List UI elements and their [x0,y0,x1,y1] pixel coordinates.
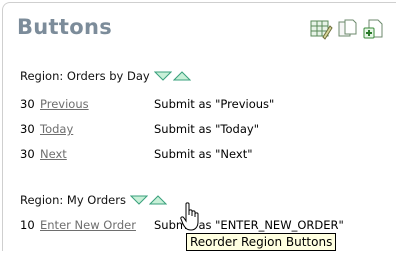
region-orders-by-day-heading: Region: Orders by Day [20,69,191,83]
button-link-next[interactable]: Next [40,147,67,161]
arrow-down-icon[interactable] [153,71,172,81]
add-page-icon[interactable] [363,18,387,40]
submit-action: Submit as "Today" [154,122,259,136]
button-link-today[interactable]: Today [40,122,73,136]
region-heading-label: Region: My Orders [20,193,126,207]
region-heading-label: Region: Orders by Day [20,69,150,83]
sequence-number: 30 [20,147,35,161]
page-title: Buttons [17,15,113,39]
submit-action: Submit as "Next" [154,147,253,161]
button-row: 30 Previous Submit as "Previous" [20,97,274,111]
button-row: 10 Enter New Order Submit as "ENTER_NEW_O… [20,218,344,232]
tooltip: Reorder Region Buttons [186,233,337,251]
button-row: 30 Today Submit as "Today" [20,122,259,136]
reorder-arrows[interactable] [153,71,191,81]
hand-cursor-icon [180,202,199,231]
toolbar-icons [309,18,387,40]
arrow-down-icon[interactable] [129,195,148,205]
copy-page-icon[interactable] [336,18,360,40]
grid-edit-icon[interactable] [309,18,333,40]
sequence-number: 30 [20,122,35,136]
reorder-arrows[interactable] [129,195,167,205]
button-row: 30 Next Submit as "Next" [20,147,253,161]
submit-action: Submit as "Previous" [154,97,275,111]
sequence-number: 10 [20,218,35,232]
button-link-previous[interactable]: Previous [40,97,89,111]
sequence-number: 30 [20,97,35,111]
region-my-orders-heading: Region: My Orders [20,193,167,207]
arrow-up-icon[interactable] [172,71,191,81]
arrow-up-icon[interactable] [148,195,167,205]
button-link-enter-new-order[interactable]: Enter New Order [40,218,136,232]
